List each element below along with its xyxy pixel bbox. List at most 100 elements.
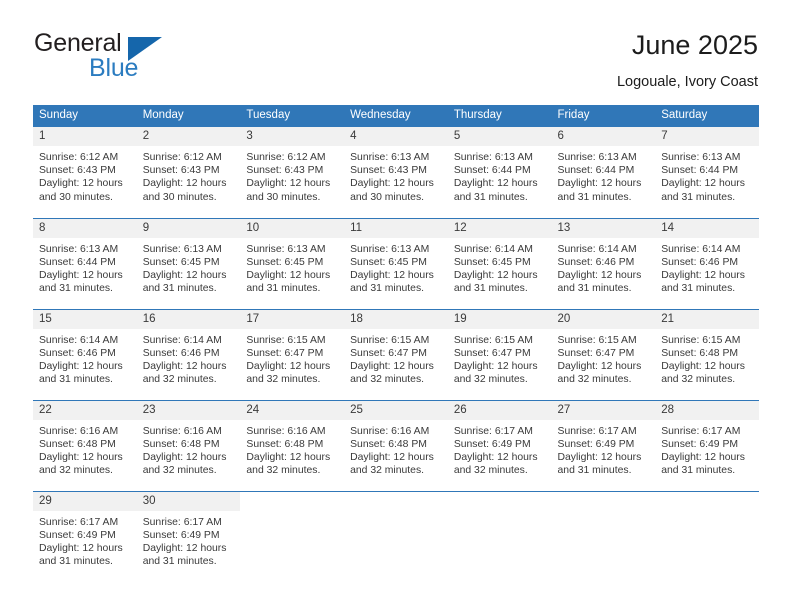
daylight-text-line1: Daylight: 12 hours	[557, 269, 642, 281]
day-number: 19	[447, 309, 552, 329]
daylight-text-line2: and 31 minutes.	[453, 191, 528, 203]
calendar-day-cell[interactable]: 6 Sunrise: 6:13 AM Sunset: 6:44 PM Daylight…	[551, 127, 656, 218]
sunset-text: Sunset: 6:44 PM	[661, 165, 739, 177]
sunrise-text: Sunrise: 6:12 AM	[142, 152, 222, 163]
daylight-text-line1: Daylight: 12 hours	[557, 178, 642, 190]
calendar-day-cell[interactable]: 14 Sunrise: 6:14 AM Sunset: 6:46 PM Dayligh…	[655, 217, 759, 309]
daylight-text-line2: and 31 minutes.	[661, 283, 736, 295]
calendar-day-cell[interactable]: 11 Sunrise: 6:13 AM Sunset: 6:45 PM Dayligh…	[344, 217, 448, 309]
daylight-text-line1: Daylight: 12 hours	[350, 178, 434, 190]
calendar-page: General Blue June 2025 Logouale, Ivory C…	[0, 0, 792, 612]
daylight-text-line1: Daylight: 12 hours	[453, 360, 538, 372]
calendar-table: Sunday Monday Tuesday Wednesday Thursday…	[33, 105, 759, 582]
day-details: Sunrise: 6:16 AM Sunset: 6:48 PM Daylight:…	[240, 420, 344, 478]
calendar-day-cell[interactable]: 3 Sunrise: 6:12 AM Sunset: 6:43 PM Daylight…	[240, 127, 345, 218]
daylight-text-line1: Daylight: 12 hours	[246, 360, 331, 372]
sunrise-text: Sunrise: 6:17 AM	[453, 425, 533, 437]
calendar-day-cell-empty	[240, 490, 345, 582]
calendar-week-row: 8 Sunrise: 6:13 AM Sunset: 6:44 PM Daylight…	[33, 217, 759, 309]
calendar-day-cell[interactable]: 17 Sunrise: 6:15 AM Sunset: 6:47 PM Dayligh…	[240, 308, 345, 400]
day-details: Sunrise: 6:14 AM Sunset: 6:46 PM Daylight:…	[137, 329, 241, 387]
calendar-day-cell[interactable]: 12 Sunrise: 6:14 AM Sunset: 6:45 PM Dayligh…	[447, 217, 552, 309]
calendar-day-cell[interactable]: 19 Sunrise: 6:15 AM Sunset: 6:47 PM Dayligh…	[447, 308, 552, 400]
calendar-day-cell[interactable]: 21 Sunrise: 6:15 AM Sunset: 6:48 PM Dayligh…	[655, 308, 759, 400]
sunrise-text: Sunrise: 6:13 AM	[453, 152, 533, 163]
sunset-text: Sunset: 6:45 PM	[246, 256, 324, 268]
sunset-text: Sunset: 6:46 PM	[661, 256, 739, 268]
sunrise-text: Sunrise: 6:13 AM	[39, 243, 119, 255]
calendar-day-cell[interactable]: 28 Sunrise: 6:17 AM Sunset: 6:49 PM Dayligh…	[655, 399, 759, 491]
sunset-text: Sunset: 6:48 PM	[142, 438, 220, 450]
day-number: 6	[551, 127, 656, 146]
calendar-day-cell[interactable]: 2 Sunrise: 6:12 AM Sunset: 6:43 PM Daylight…	[136, 127, 241, 218]
day-number	[655, 492, 759, 511]
calendar-day-cell[interactable]: 26 Sunrise: 6:17 AM Sunset: 6:49 PM Dayligh…	[447, 399, 552, 491]
daylight-text-line2: and 30 minutes.	[39, 191, 113, 203]
calendar-day-cell[interactable]: 1 Sunrise: 6:12 AM Sunset: 6:43 PM Daylight…	[33, 127, 137, 218]
daylight-text-line1: Daylight: 12 hours	[39, 269, 123, 281]
calendar-day-cell[interactable]: 23 Sunrise: 6:16 AM Sunset: 6:48 PM Dayligh…	[136, 399, 241, 491]
calendar-day-cell[interactable]: 7 Sunrise: 6:13 AM Sunset: 6:44 PM Daylight…	[655, 127, 759, 218]
calendar-day-cell[interactable]: 25 Sunrise: 6:16 AM Sunset: 6:48 PM Dayligh…	[344, 399, 448, 491]
daylight-text-line1: Daylight: 12 hours	[39, 178, 123, 190]
calendar-day-cell[interactable]: 10 Sunrise: 6:13 AM Sunset: 6:45 PM Dayligh…	[240, 217, 345, 309]
day-number: 23	[136, 400, 241, 420]
calendar-day-cell[interactable]: 30 Sunrise: 6:17 AM Sunset: 6:49 PM Dayligh…	[136, 490, 241, 582]
calendar-day-cell[interactable]: 15 Sunrise: 6:14 AM Sunset: 6:46 PM Dayligh…	[33, 308, 137, 400]
day-number: 20	[551, 309, 656, 329]
day-number: 27	[551, 400, 656, 420]
sunset-text: Sunset: 6:49 PM	[557, 438, 635, 450]
sunset-text: Sunset: 6:44 PM	[453, 165, 531, 177]
day-number	[240, 492, 344, 511]
daylight-text-line2: and 31 minutes.	[557, 465, 632, 477]
sunrise-text: Sunrise: 6:17 AM	[557, 425, 637, 437]
day-number: 2	[136, 127, 241, 146]
sunset-text: Sunset: 6:45 PM	[453, 256, 531, 268]
calendar-day-cell[interactable]: 29 Sunrise: 6:17 AM Sunset: 6:49 PM Dayligh…	[33, 490, 137, 582]
calendar-day-cell[interactable]: 18 Sunrise: 6:15 AM Sunset: 6:47 PM Dayligh…	[344, 308, 448, 400]
daylight-text-line2: and 32 minutes.	[142, 465, 217, 477]
brand-logo[interactable]: General Blue	[33, 28, 263, 90]
sunset-text: Sunset: 6:44 PM	[557, 165, 635, 177]
calendar-day-cell[interactable]: 8 Sunrise: 6:13 AM Sunset: 6:44 PM Daylight…	[33, 217, 137, 309]
calendar-day-cell[interactable]: 20 Sunrise: 6:15 AM Sunset: 6:47 PM Dayligh…	[551, 308, 656, 400]
calendar-day-cell[interactable]: 27 Sunrise: 6:17 AM Sunset: 6:49 PM Dayligh…	[551, 399, 656, 491]
sunset-text: Sunset: 6:48 PM	[350, 438, 427, 450]
day-number	[344, 492, 448, 511]
daylight-text-line1: Daylight: 12 hours	[453, 269, 538, 281]
daylight-text-line2: and 31 minutes.	[557, 191, 632, 203]
calendar-day-cell[interactable]: 9 Sunrise: 6:13 AM Sunset: 6:45 PM Daylight…	[136, 217, 241, 309]
day-details: Sunrise: 6:16 AM Sunset: 6:48 PM Daylight:…	[137, 420, 241, 478]
day-details: Sunrise: 6:15 AM Sunset: 6:47 PM Daylight:…	[344, 329, 448, 387]
sunset-text: Sunset: 6:48 PM	[661, 347, 739, 359]
daylight-text-line1: Daylight: 12 hours	[661, 178, 745, 190]
daylight-text-line2: and 31 minutes.	[557, 283, 632, 295]
page-header: General Blue June 2025 Logouale, Ivory C…	[33, 28, 758, 96]
sunset-text: Sunset: 6:47 PM	[557, 347, 635, 359]
day-details: Sunrise: 6:13 AM Sunset: 6:44 PM Daylight:…	[448, 146, 552, 204]
sunrise-text: Sunrise: 6:16 AM	[246, 425, 326, 437]
sunrise-text: Sunrise: 6:13 AM	[142, 243, 222, 255]
daylight-text-line1: Daylight: 12 hours	[350, 269, 434, 281]
calendar-day-cell[interactable]: 13 Sunrise: 6:14 AM Sunset: 6:46 PM Dayligh…	[551, 217, 656, 309]
day-number: 4	[344, 127, 448, 146]
sunset-text: Sunset: 6:43 PM	[39, 165, 116, 177]
daylight-text-line1: Daylight: 12 hours	[142, 542, 227, 554]
sunset-text: Sunset: 6:46 PM	[557, 256, 635, 268]
calendar-day-cell[interactable]: 22 Sunrise: 6:16 AM Sunset: 6:48 PM Dayligh…	[33, 399, 137, 491]
calendar-day-cell[interactable]: 5 Sunrise: 6:13 AM Sunset: 6:44 PM Daylight…	[447, 127, 552, 218]
day-details: Sunrise: 6:13 AM Sunset: 6:45 PM Daylight:…	[344, 238, 448, 296]
day-number: 17	[240, 309, 345, 329]
daylight-text-line1: Daylight: 12 hours	[557, 451, 642, 463]
sunrise-text: Sunrise: 6:14 AM	[142, 334, 222, 346]
sunrise-text: Sunrise: 6:16 AM	[142, 425, 222, 437]
day-number	[448, 492, 552, 511]
calendar-day-cell[interactable]: 24 Sunrise: 6:16 AM Sunset: 6:48 PM Dayligh…	[240, 399, 345, 491]
daylight-text-line2: and 30 minutes.	[350, 191, 425, 203]
day-details: Sunrise: 6:15 AM Sunset: 6:47 PM Daylight:…	[552, 329, 656, 387]
calendar-day-cell[interactable]: 16 Sunrise: 6:14 AM Sunset: 6:46 PM Dayligh…	[136, 308, 241, 400]
sunrise-text: Sunrise: 6:15 AM	[557, 334, 637, 346]
calendar-day-cell[interactable]: 4 Sunrise: 6:13 AM Sunset: 6:43 PM Daylight…	[344, 127, 448, 218]
sunrise-text: Sunrise: 6:15 AM	[661, 334, 741, 346]
day-details: Sunrise: 6:12 AM Sunset: 6:43 PM Daylight:…	[240, 146, 344, 204]
